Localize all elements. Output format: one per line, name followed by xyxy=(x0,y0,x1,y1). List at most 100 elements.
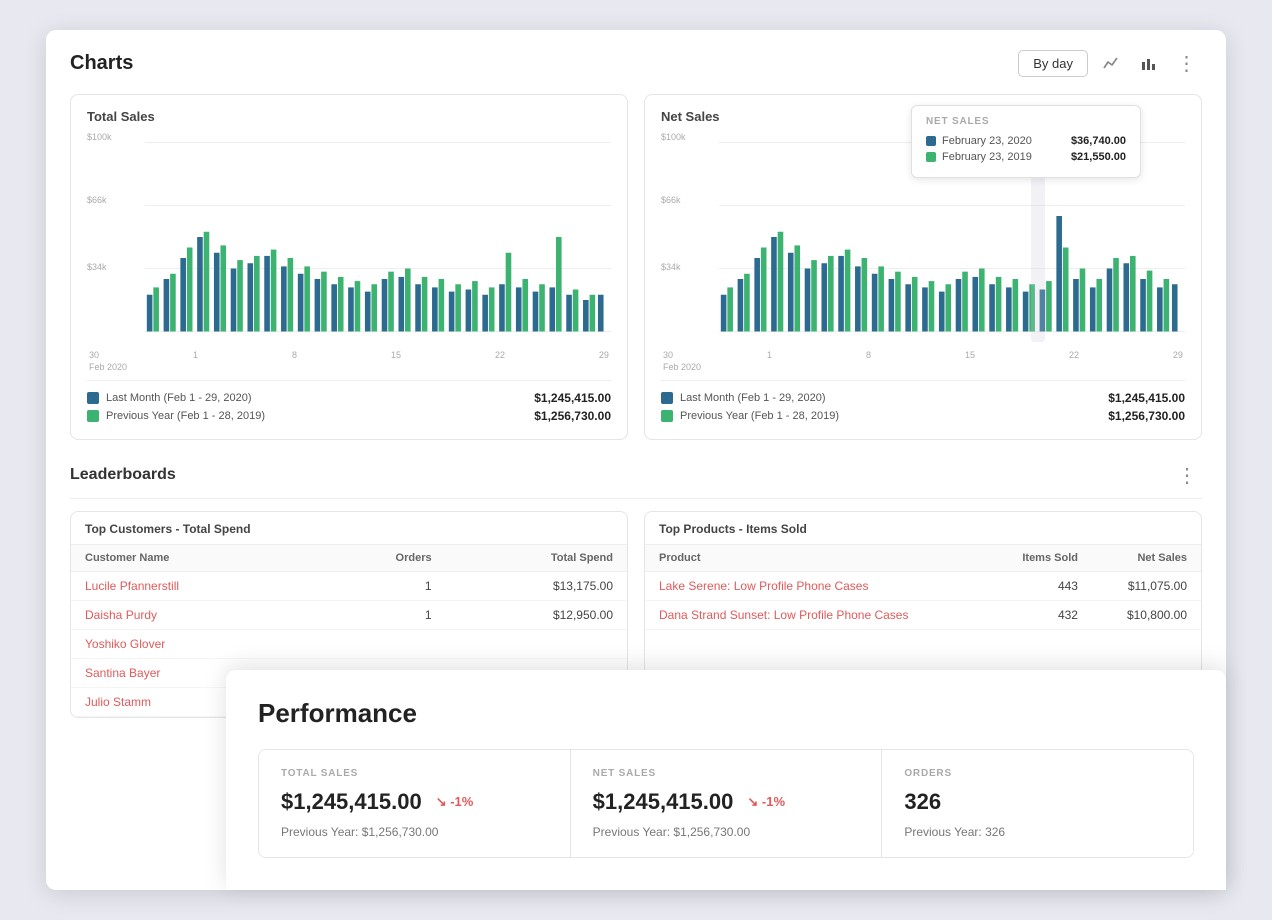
top-products-title: Top Products - Items Sold xyxy=(645,512,1201,545)
x-tick: 30 xyxy=(663,350,673,360)
net-sales-x-axis: 30 1 8 15 22 29 xyxy=(661,350,1185,360)
net-sales-chart-card: Net Sales NET SALES February 23, 2020 $3… xyxy=(644,94,1202,440)
legend-value-1: $1,245,415.00 xyxy=(534,391,611,405)
more-options-icon[interactable]: ⋮ xyxy=(1172,48,1202,78)
total-sales-chart-area: $100k $66k $34k xyxy=(87,132,611,342)
customer-link-2[interactable]: Daisha Purdy xyxy=(71,601,317,630)
tooltip-label-1: February 23, 2020 xyxy=(942,135,1032,147)
table-row: Yoshiko Glover xyxy=(71,630,627,659)
leaderboards-header: Leaderboards ⋮ xyxy=(70,460,1202,499)
tooltip-dot-green xyxy=(926,152,936,162)
col-net-sales: Net Sales xyxy=(1092,545,1201,572)
customer-link-1[interactable]: Lucile Pfannerstill xyxy=(71,572,317,601)
top-customers-title: Top Customers - Total Spend xyxy=(71,512,627,545)
main-card: Charts By day ⋮ Total Sales $100k $66k $… xyxy=(46,30,1226,890)
legend-row-2: Previous Year (Feb 1 - 28, 2019) $1,256,… xyxy=(87,409,611,423)
net-sales-legend: Last Month (Feb 1 - 29, 2020) $1,245,415… xyxy=(661,380,1185,423)
perf-value-0: $1,245,415.00 xyxy=(281,789,422,815)
x-tick: 1 xyxy=(193,350,198,360)
perf-label-1: NET SALES xyxy=(593,768,860,779)
y-label-66k-net: $66k xyxy=(661,195,681,205)
col-product: Product xyxy=(645,545,988,572)
header-controls: By day ⋮ xyxy=(1018,48,1202,78)
x-tick: 8 xyxy=(292,350,297,360)
product-link-1[interactable]: Lake Serene: Low Profile Phone Cases xyxy=(645,572,988,601)
net-sales-x-month: Feb 2020 xyxy=(661,362,1185,372)
col-total-spend: Total Spend xyxy=(446,545,627,572)
legend-row-2: Previous Year (Feb 1 - 28, 2019) $1,256,… xyxy=(661,409,1185,423)
tooltip-row-2: February 23, 2019 $21,550.00 xyxy=(926,151,1126,163)
perf-main-row-1: $1,245,415.00 ↘ -1% xyxy=(593,789,860,815)
perf-label-0: TOTAL SALES xyxy=(281,768,548,779)
perf-card-total-sales: TOTAL SALES $1,245,415.00 ↘ -1% Previous… xyxy=(259,750,571,857)
leaderboards-more-icon[interactable]: ⋮ xyxy=(1172,460,1202,490)
perf-value-2: 326 xyxy=(904,789,941,815)
legend-dot-green-net xyxy=(661,410,673,422)
x-tick: 22 xyxy=(495,350,505,360)
perf-value-1: $1,245,415.00 xyxy=(593,789,734,815)
net-sales-tooltip: NET SALES February 23, 2020 $36,740.00 F… xyxy=(911,105,1141,178)
table-row: Daisha Purdy 1 $12,950.00 xyxy=(71,601,627,630)
total-sales-svg xyxy=(87,132,611,342)
sales-2: $10,800.00 xyxy=(1092,601,1201,630)
y-label-34k: $34k xyxy=(87,262,107,272)
legend-label-net-2: Previous Year (Feb 1 - 28, 2019) xyxy=(680,410,839,422)
spend-1: $13,175.00 xyxy=(446,572,627,601)
line-chart-icon[interactable] xyxy=(1096,48,1126,78)
tooltip-label-2: February 23, 2019 xyxy=(942,151,1032,163)
legend-value-net-1: $1,245,415.00 xyxy=(1108,391,1185,405)
tooltip-val-2: $21,550.00 xyxy=(1071,151,1126,163)
x-tick: 8 xyxy=(866,350,871,360)
legend-dot-blue xyxy=(87,392,99,404)
y-label-34k-net: $34k xyxy=(661,262,681,272)
total-sales-x-axis: 30 1 8 15 22 29 xyxy=(87,350,611,360)
perf-prev-1: Previous Year: $1,256,730.00 xyxy=(593,825,860,839)
x-tick: 15 xyxy=(965,350,975,360)
tooltip-val-1: $36,740.00 xyxy=(1071,135,1126,147)
perf-main-row-0: $1,245,415.00 ↘ -1% xyxy=(281,789,548,815)
orders-2: 1 xyxy=(317,601,446,630)
sold-2: 432 xyxy=(988,601,1092,630)
table-header-row: Customer Name Orders Total Spend xyxy=(71,545,627,572)
perf-prev-2: Previous Year: 326 xyxy=(904,825,1171,839)
legend-dot-blue-net xyxy=(661,392,673,404)
total-sales-legend: Last Month (Feb 1 - 29, 2020) $1,245,415… xyxy=(87,380,611,423)
spend-3 xyxy=(446,630,627,659)
spend-2: $12,950.00 xyxy=(446,601,627,630)
bar-chart-icon[interactable] xyxy=(1134,48,1164,78)
x-tick: 30 xyxy=(89,350,99,360)
performance-cards-row: TOTAL SALES $1,245,415.00 ↘ -1% Previous… xyxy=(258,749,1194,858)
header-row: Charts By day ⋮ xyxy=(70,48,1202,78)
y-label-66k: $66k xyxy=(87,195,107,205)
table-row: Lake Serene: Low Profile Phone Cases 443… xyxy=(645,572,1201,601)
col-items-sold: Items Sold xyxy=(988,545,1092,572)
charts-row: Total Sales $100k $66k $34k xyxy=(70,94,1202,440)
top-products-table: Product Items Sold Net Sales Lake Serene… xyxy=(645,545,1201,630)
table-row: Dana Strand Sunset: Low Profile Phone Ca… xyxy=(645,601,1201,630)
product-link-2[interactable]: Dana Strand Sunset: Low Profile Phone Ca… xyxy=(645,601,988,630)
col-customer-name: Customer Name xyxy=(71,545,317,572)
legend-value-net-2: $1,256,730.00 xyxy=(1108,409,1185,423)
perf-change-1: ↘ -1% xyxy=(747,794,785,810)
perf-change-0: ↘ -1% xyxy=(436,794,474,810)
page-title: Charts xyxy=(70,52,133,75)
table-header-row: Product Items Sold Net Sales xyxy=(645,545,1201,572)
legend-row-1: Last Month (Feb 1 - 29, 2020) $1,245,415… xyxy=(661,391,1185,405)
perf-prev-0: Previous Year: $1,256,730.00 xyxy=(281,825,548,839)
performance-overlay: Performance TOTAL SALES $1,245,415.00 ↘ … xyxy=(226,670,1226,890)
tooltip-row-1: February 23, 2020 $36,740.00 xyxy=(926,135,1126,147)
sold-1: 443 xyxy=(988,572,1092,601)
leaderboards-title: Leaderboards xyxy=(70,466,176,484)
performance-title: Performance xyxy=(258,698,1194,729)
x-tick: 22 xyxy=(1069,350,1079,360)
x-tick: 15 xyxy=(391,350,401,360)
legend-row-1: Last Month (Feb 1 - 29, 2020) $1,245,415… xyxy=(87,391,611,405)
by-day-button[interactable]: By day xyxy=(1018,50,1088,77)
customer-link-3[interactable]: Yoshiko Glover xyxy=(71,630,317,659)
orders-3 xyxy=(317,630,446,659)
x-tick: 1 xyxy=(767,350,772,360)
legend-label-2: Previous Year (Feb 1 - 28, 2019) xyxy=(106,410,265,422)
col-orders: Orders xyxy=(317,545,446,572)
y-label-100k-net: $100k xyxy=(661,132,686,142)
legend-label-net-1: Last Month (Feb 1 - 29, 2020) xyxy=(680,392,826,404)
